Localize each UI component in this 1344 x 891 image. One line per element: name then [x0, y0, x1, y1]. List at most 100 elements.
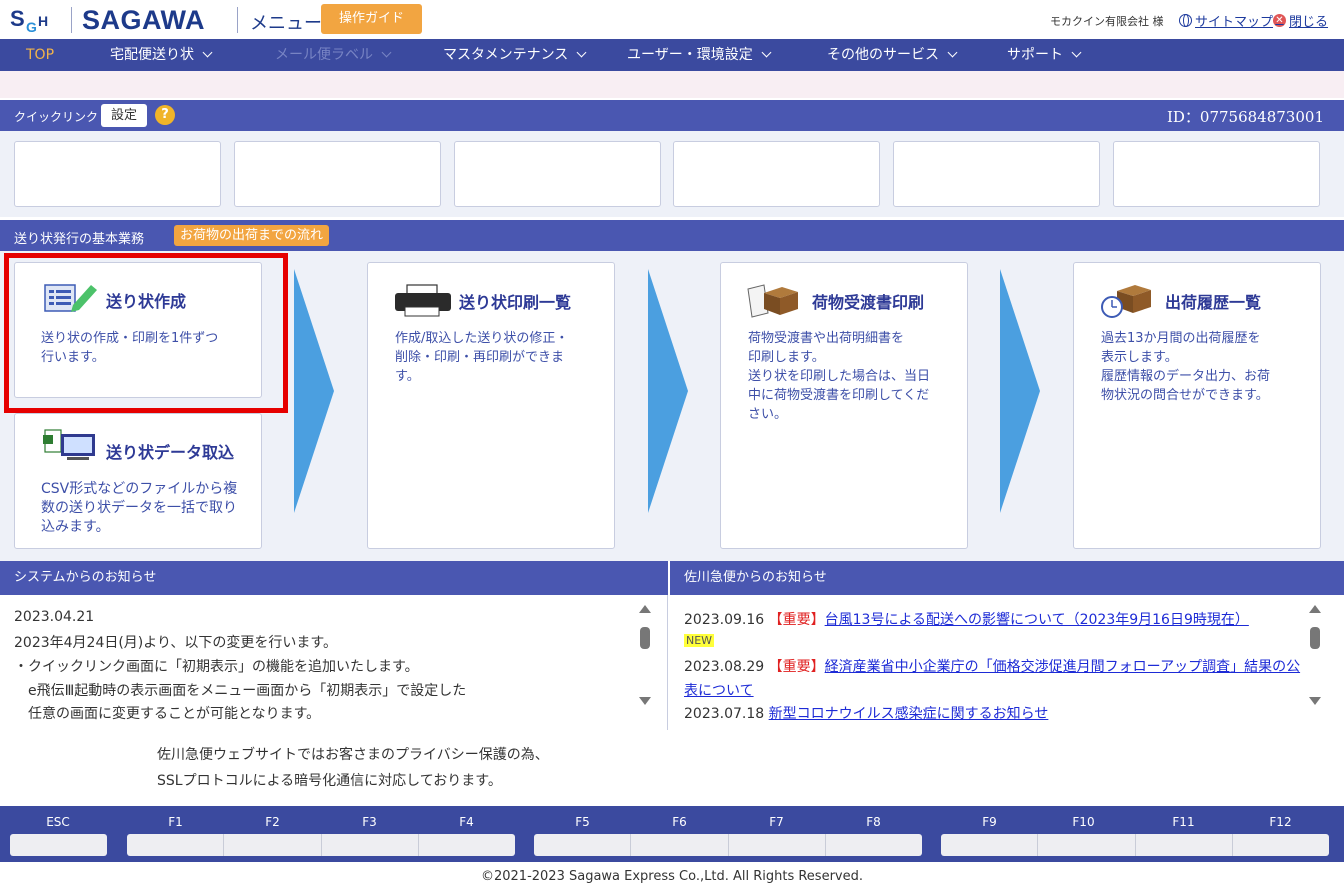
print-list-desc: 作成/取込した送り状の修正・ 削除・印刷・再印刷ができま す。 [395, 331, 569, 384]
news-link[interactable]: 表について [684, 683, 754, 699]
fkey-f2-button[interactable] [223, 834, 320, 856]
quick-link-slot[interactable] [454, 141, 661, 207]
nav-delivery-slip[interactable]: 宅配便送り状 [110, 39, 213, 71]
quick-link-title: クイックリンク [14, 110, 99, 124]
chevron-down-icon [381, 47, 392, 58]
privacy-notice: 佐川急便ウェブサイトではお客さまのプライバシー保護の為、 SSLプロトコルによる… [157, 747, 549, 789]
nav-top[interactable]: TOP [26, 39, 54, 71]
fkey-f3-button[interactable] [320, 834, 418, 856]
fkey-group-f1-f4 [127, 834, 515, 856]
sagawa-logo: SAGAWA [82, 5, 206, 35]
nav-mail-label: メール便ラベル [275, 39, 392, 71]
fkey-f12-button[interactable] [1231, 834, 1329, 856]
scroll-down-icon[interactable] [639, 697, 651, 705]
csv-import-icon [43, 429, 95, 460]
nav-master-maintenance[interactable]: マスタメンテナンス [443, 39, 587, 71]
package-receipt-icon [747, 284, 798, 318]
quick-link-slot[interactable] [234, 141, 441, 207]
sgh-logo-icon: S G H [10, 6, 48, 35]
system-news-line: e飛伝Ⅲ起動時の表示画面をメニュー画面から「初期表示」で設定した [14, 683, 467, 699]
nav-other-services[interactable]: その他のサービス [827, 39, 958, 71]
fkey-esc-button[interactable] [10, 834, 107, 856]
chevron-down-icon [202, 47, 213, 58]
shipping-history-title: 出荷履歴一覧 [1165, 293, 1262, 312]
fkey-label: ESC [46, 815, 70, 829]
news-item: 2023.08.29 【重要】経済産業省中小企業庁の「価格交渉促進月間フォローア… [684, 659, 1301, 675]
news-item-continued: 表について [684, 680, 754, 700]
system-news-header: システムからのお知らせ [0, 561, 668, 595]
fkey-group-esc [10, 834, 107, 856]
scroll-thumb[interactable] [640, 627, 650, 649]
news-item: 2023.07.18 新型コロナウイルス感染症に関するお知らせ [684, 706, 1049, 722]
news-link[interactable]: 台風13号による配送への影響について（2023年9月16日9時現在） [825, 612, 1249, 628]
quick-link-slot[interactable] [14, 141, 221, 207]
import-slip-title: 送り状データ取込 [106, 443, 235, 462]
fkey-f4-button[interactable] [417, 834, 515, 856]
fkey-group-f5-f8 [534, 834, 922, 856]
scroll-up-icon[interactable] [1309, 605, 1321, 613]
shipping-history-card[interactable]: 出荷履歴一覧 過去13か月間の出荷履歴を 表示します。 履歴情報のデータ出力、お荷物… [1073, 262, 1321, 549]
flow-title: 送り状発行の基本業務 [14, 232, 145, 247]
quick-link-bar: クイックリンク 設定 ? ID：0775684873001 [0, 100, 1344, 131]
selection-highlight [4, 253, 288, 413]
notice-band [0, 71, 1344, 98]
fkey-f1-button[interactable] [127, 834, 223, 856]
flow-arrow [1000, 269, 1040, 513]
system-news-line: 任意の画面に変更することが可能となります。 [14, 706, 321, 722]
globe-icon [1179, 14, 1192, 27]
system-news-panel[interactable]: 2023.04.21 2023年4月24日(月)より、以下の変更を行います。 ・… [0, 595, 668, 730]
header: S G H SAGAWA メニュー 操作ガイド モカクイン有限会社 様 サイトマ… [0, 0, 1344, 39]
quick-link-slot[interactable] [893, 141, 1100, 207]
scroll-down-icon[interactable] [1309, 697, 1321, 705]
fkey-label: F6 [672, 815, 687, 829]
main-nav: TOP 宅配便送り状 メール便ラベル マスタメンテナンス ユーザー・環境設定 そ… [0, 39, 1344, 71]
fkey-f11-button[interactable] [1134, 834, 1232, 856]
news-link[interactable]: 経済産業省中小企業庁の「価格交渉促進月間フォローアップ調査」結果の公 [825, 659, 1300, 675]
fkey-f6-button[interactable] [630, 834, 727, 856]
fkey-label: F2 [265, 815, 280, 829]
scroll-up-icon[interactable] [639, 605, 651, 613]
nav-user-settings[interactable]: ユーザー・環境設定 [627, 39, 772, 71]
quick-link-slot[interactable] [673, 141, 880, 207]
fkey-group-f9-f12 [941, 834, 1329, 856]
chevron-down-icon [1071, 47, 1082, 58]
receipt-print-card[interactable]: 荷物受渡書印刷 荷物受渡書や出荷明細書を 印刷します。 送り状を印刷した場合は、当日… [720, 262, 968, 549]
fkey-f10-button[interactable] [1037, 834, 1134, 856]
help-icon[interactable]: ? [155, 105, 175, 125]
shipping-history-desc: 過去13か月間の出荷履歴を 表示します。 履歴情報のデータ出力、お荷 物状況の問合せが… [1101, 331, 1271, 403]
sitemap-link[interactable]: サイトマップ [1179, 11, 1273, 30]
fkey-f5-button[interactable] [534, 834, 630, 856]
import-slip-card[interactable]: 送り状データ取込 CSV形式などのファイルから複 数の送り状データを一括で取り 込み… [14, 413, 262, 549]
chevron-down-icon [761, 47, 772, 58]
close-link[interactable]: ✕ 閉じる [1273, 11, 1328, 30]
sitemap-label: サイトマップ [1195, 15, 1274, 30]
fkey-f7-button[interactable] [727, 834, 825, 856]
nav-support[interactable]: サポート [1007, 39, 1082, 71]
history-clock-icon [1101, 285, 1151, 318]
flow-arrow [294, 269, 334, 513]
receipt-print-desc: 荷物受渡書や出荷明細書を 印刷します。 送り状を印刷した場合は、当日 中に荷物受渡書を… [748, 331, 931, 422]
fkey-label: F9 [982, 815, 997, 829]
news-link[interactable]: 新型コロナウイルス感染症に関するお知らせ [769, 706, 1049, 722]
news-item: 2023.09.16 【重要】台風13号による配送への影響について（2023年9… [684, 612, 1249, 628]
fkey-label: F5 [575, 815, 590, 829]
sagawa-news-scrollbar[interactable] [1308, 605, 1322, 705]
guide-button[interactable]: 操作ガイド [321, 4, 422, 34]
quick-link-setting-button[interactable]: 設定 [101, 104, 147, 127]
system-news-line: 2023.04.21 [14, 609, 95, 625]
flow-arrow [648, 269, 688, 513]
system-news-scrollbar[interactable] [638, 605, 652, 705]
quick-link-slot[interactable] [1113, 141, 1320, 207]
flow-guide-badge[interactable]: お荷物の出荷までの流れ [174, 225, 330, 246]
sagawa-news-panel[interactable]: 2023.09.16 【重要】台風13号による配送への影響について（2023年9… [670, 595, 1344, 730]
fkey-f8-button[interactable] [824, 834, 922, 856]
page-title: メニュー [250, 13, 322, 34]
scroll-thumb[interactable] [1310, 627, 1320, 649]
fkey-f9-button[interactable] [941, 834, 1037, 856]
title-divider [237, 7, 238, 33]
sagawa-news-header: 佐川急便からのお知らせ [670, 561, 1344, 595]
chevron-down-icon [947, 47, 958, 58]
print-list-card[interactable]: 送り状印刷一覧 作成/取込した送り状の修正・ 削除・印刷・再印刷ができま す。 [367, 262, 615, 549]
logo-divider [71, 7, 72, 33]
system-news-line: ・クイックリンク画面に「初期表示」の機能を追加いたします。 [14, 659, 419, 675]
